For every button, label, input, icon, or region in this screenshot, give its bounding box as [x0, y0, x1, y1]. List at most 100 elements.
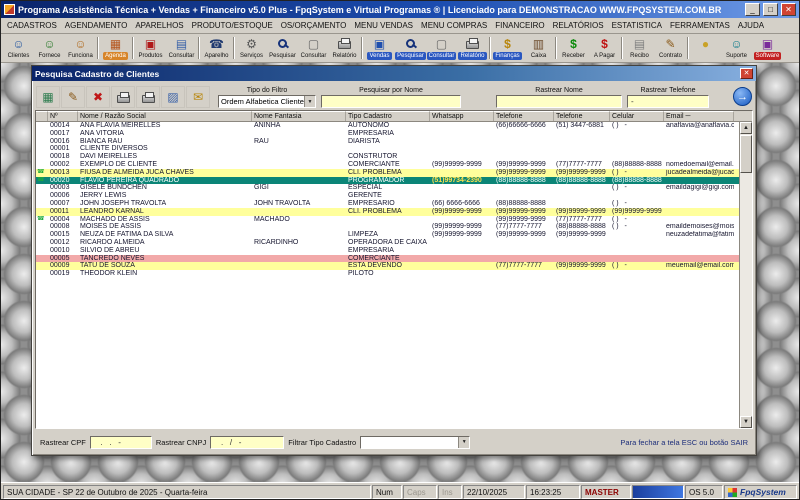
menu-item-menu-vendas[interactable]: MENU VENDAS — [350, 19, 417, 32]
column-header-tipo-cadastro[interactable]: Tipo Cadastro — [346, 111, 430, 121]
dialog-button-card[interactable]: ▨ — [161, 86, 185, 108]
title-bar[interactable]: Programa Assistência Técnica + Vendas + … — [1, 1, 799, 18]
toolbar-button-financas[interactable]: $ Finanças — [492, 35, 523, 61]
menu-item-ajuda[interactable]: AJUDA — [734, 19, 768, 32]
table-row[interactable]: 00006 JERRY LEWIS GERENTE — [36, 192, 739, 200]
table-row[interactable]: ☎ 00013 FIUSA DE ALMEIDA JUCA CHAVES CLI. P… — [36, 168, 739, 177]
toolbar-separator — [361, 37, 363, 59]
column-header-icon[interactable] — [36, 111, 48, 121]
column-header-telefone[interactable]: Telefone — [494, 111, 554, 121]
toolbar-button-agenda[interactable]: ▦ Agenda — [100, 35, 131, 61]
table-row[interactable]: 00017 ANA VITÓRIA EMPRESARIA — [36, 129, 739, 138]
toolbar-button-consultar[interactable]: ▢ Consultar — [298, 35, 329, 61]
dialog-button-print-preview[interactable] — [111, 86, 135, 108]
dialog-button-print[interactable] — [136, 86, 160, 108]
table-row[interactable]: 00011 LEANDRO KARNAL CLI. PROBLEMA (99)9999… — [36, 207, 739, 216]
dialog-button-records-grid[interactable]: ▦ — [36, 86, 60, 108]
cell: (51) 3447-6881 — [556, 122, 604, 129]
search-name-input[interactable] — [321, 95, 461, 108]
toolbar-button-servicos[interactable]: ⚙ Serviços — [236, 35, 267, 61]
cell — [252, 231, 346, 239]
cell — [610, 130, 664, 138]
cnpj-input[interactable]: . / - — [210, 435, 285, 449]
toolbar-button-relatorio[interactable]: Relatório — [329, 35, 360, 61]
toolbar-button-relatorio[interactable]: Relatório — [457, 35, 488, 61]
toolbar-button-consultar[interactable]: ▤ Consultar — [166, 35, 197, 61]
table-row[interactable]: 00003 GISELE BUNDCHEN GIGI ESPECIAL ( ) - ema… — [36, 184, 739, 193]
track-phone-input[interactable]: - — [627, 95, 709, 108]
menu-item-estatistica[interactable]: ESTATISTICA — [608, 19, 666, 32]
toolbar-button-suporte[interactable]: ☺ Suporte — [721, 35, 752, 61]
menu-item-agendamento[interactable]: AGENDAMENTO — [61, 19, 132, 32]
menu-item-aparelhos[interactable]: APARELHOS — [131, 19, 187, 32]
column-header-whatsapp[interactable]: Whatsapp — [430, 111, 494, 121]
dialog-title-bar[interactable]: Pesquisa Cadastro de Clientes ✕ — [32, 66, 756, 81]
table-row[interactable]: ☎ 00004 MACHADO DE ASSIS MACHADO (99)99999-9… — [36, 215, 739, 224]
scroll-up-icon[interactable]: ▲ — [740, 122, 752, 134]
filter-cadastro-combo[interactable]: ▼ — [360, 435, 471, 449]
menu-item-cadastros[interactable]: CADASTROS — [3, 19, 61, 32]
table-row[interactable]: 00005 TANCREDO NEVES COMERCIANTE — [36, 254, 739, 263]
menu-item-menu-compras[interactable]: MENU COMPRAS — [417, 19, 491, 32]
table-row[interactable]: 00012 RICARDO ALMEIDA RICARDINHO OPERADORA … — [36, 238, 739, 247]
table-row[interactable]: 00016 BIANCA RAU RAU DIARISTA — [36, 137, 739, 146]
table-row[interactable]: 00014 ANA FLAVIA MEIRELLES ANINHA AUTONOMO (… — [36, 122, 739, 130]
toolbar-button-vendas[interactable]: ▣ Vendas — [364, 35, 395, 61]
scrollbar-track[interactable] — [740, 173, 752, 416]
toolbar-button-funciona[interactable]: ☺ Funciona — [65, 35, 96, 61]
toolbar-button-recibo[interactable]: ▤ Recibo — [624, 35, 655, 61]
table-row[interactable]: 00010 SILVIO DE ABREU EMPRESARIA — [36, 246, 739, 255]
table-row[interactable]: 00018 DAVI MEIRELLES CONSTRUTOR — [36, 153, 739, 161]
menu-item-financeiro[interactable]: FINANCEIRO — [491, 19, 548, 32]
toolbar-button-pesquisar[interactable]: Pesquisar — [395, 35, 426, 61]
close-button[interactable]: ✕ — [781, 3, 796, 16]
vertical-scrollbar[interactable]: ▲ ▼ — [739, 122, 752, 428]
table-row[interactable]: 00007 JOHN JOSEPH TRAVOLTA JOHN TRAVOLTA EM… — [36, 199, 739, 208]
menu-item-relatorios[interactable]: RELATÓRIOS — [549, 19, 608, 32]
scrollbar-thumb[interactable] — [740, 135, 752, 173]
column-header-nome-fantasia[interactable]: Nome Fantasia — [252, 111, 346, 121]
go-button[interactable]: → — [733, 87, 752, 106]
toolbar-button-caixa[interactable]: ▥ Caixa — [523, 35, 554, 61]
dialog-button-delete[interactable]: ✖ — [86, 86, 110, 108]
toolbar-button-contrato[interactable]: ✎ Contrato — [655, 35, 686, 61]
column-header-email[interactable]: Email ─ — [664, 111, 734, 121]
table-row[interactable]: 00019 THEODOR KLEIN PILOTO — [36, 270, 739, 278]
column-header-telefone[interactable]: Telefone — [554, 111, 610, 121]
track-name-input[interactable] — [496, 95, 622, 108]
toolbar-button-pesquisar[interactable]: Pesquisar — [267, 35, 298, 61]
toolbar-button-clientes[interactable]: ☺ Clientes — [3, 35, 34, 61]
dialog-close-button[interactable]: ✕ — [740, 68, 753, 79]
toolbar-button-receber[interactable]: $ Receber — [558, 35, 589, 61]
table-row[interactable]: 00001 CLIENTE DIVERSOS — [36, 145, 739, 154]
toolbar-button-produtos[interactable]: ▣ Produtos — [135, 35, 166, 61]
maximize-button[interactable]: □ — [763, 3, 778, 16]
cpf-input[interactable]: . . - — [89, 435, 152, 449]
dialog-button-email[interactable]: ✉ — [186, 86, 210, 108]
cell — [430, 153, 494, 161]
table-row[interactable]: ☎ 00020 FLAVIO PEREIRA QUADRADO PROGRAMADOR… — [36, 176, 739, 185]
filter-type-combo[interactable]: Ordem Alfabetica Cliente ▼ — [218, 95, 316, 108]
toolbar-button-coins-icon[interactable]: ● — [690, 35, 721, 61]
icon-slot: ✎ — [665, 36, 675, 51]
table-row[interactable]: 00015 NEUZA DE FATIMA DA SILVA LIMPEZA (99)… — [36, 231, 739, 239]
menu-item-os-orcamento[interactable]: OS/ORÇAMENTO — [277, 19, 351, 32]
toolbar-button-fornece[interactable]: ☺ Fornece — [34, 35, 65, 61]
toolbar-button-a-pagar[interactable]: $ A Pagar — [589, 35, 620, 61]
cell — [664, 138, 734, 146]
table-row[interactable]: 00002 EXEMPLO DE CLIENTE COMERCIANTE (99)99… — [36, 160, 739, 169]
table-row[interactable]: 00009 TATU DE SOUZA ESTA DEVENDO (77)7777-7… — [36, 262, 739, 271]
minimize-button[interactable]: _ — [745, 3, 760, 16]
column-header-n[interactable]: Nº — [48, 111, 78, 121]
dialog-button-edit[interactable]: ✎ — [61, 86, 85, 108]
scroll-down-icon[interactable]: ▼ — [740, 416, 752, 428]
toolbar-button-label: Clientes — [7, 53, 30, 59]
toolbar-button-aparelho[interactable]: ☎ Aparelho — [201, 35, 232, 61]
table-row[interactable]: 00008 MOISES DE ASSIS (99)99999-9999 (77)77… — [36, 223, 739, 232]
column-header-celular[interactable]: Celular — [610, 111, 664, 121]
menu-item-ferramentas[interactable]: FERRAMENTAS — [666, 19, 734, 32]
toolbar-button-consultar[interactable]: ▢ Consultar — [426, 35, 457, 61]
toolbar-button-software[interactable]: ▣ Software — [752, 35, 783, 61]
menu-item-produto-estoque[interactable]: PRODUTO/ESTOQUE — [188, 19, 277, 32]
column-header-nome-razao-social[interactable]: Nome / Razão Social — [78, 111, 252, 121]
